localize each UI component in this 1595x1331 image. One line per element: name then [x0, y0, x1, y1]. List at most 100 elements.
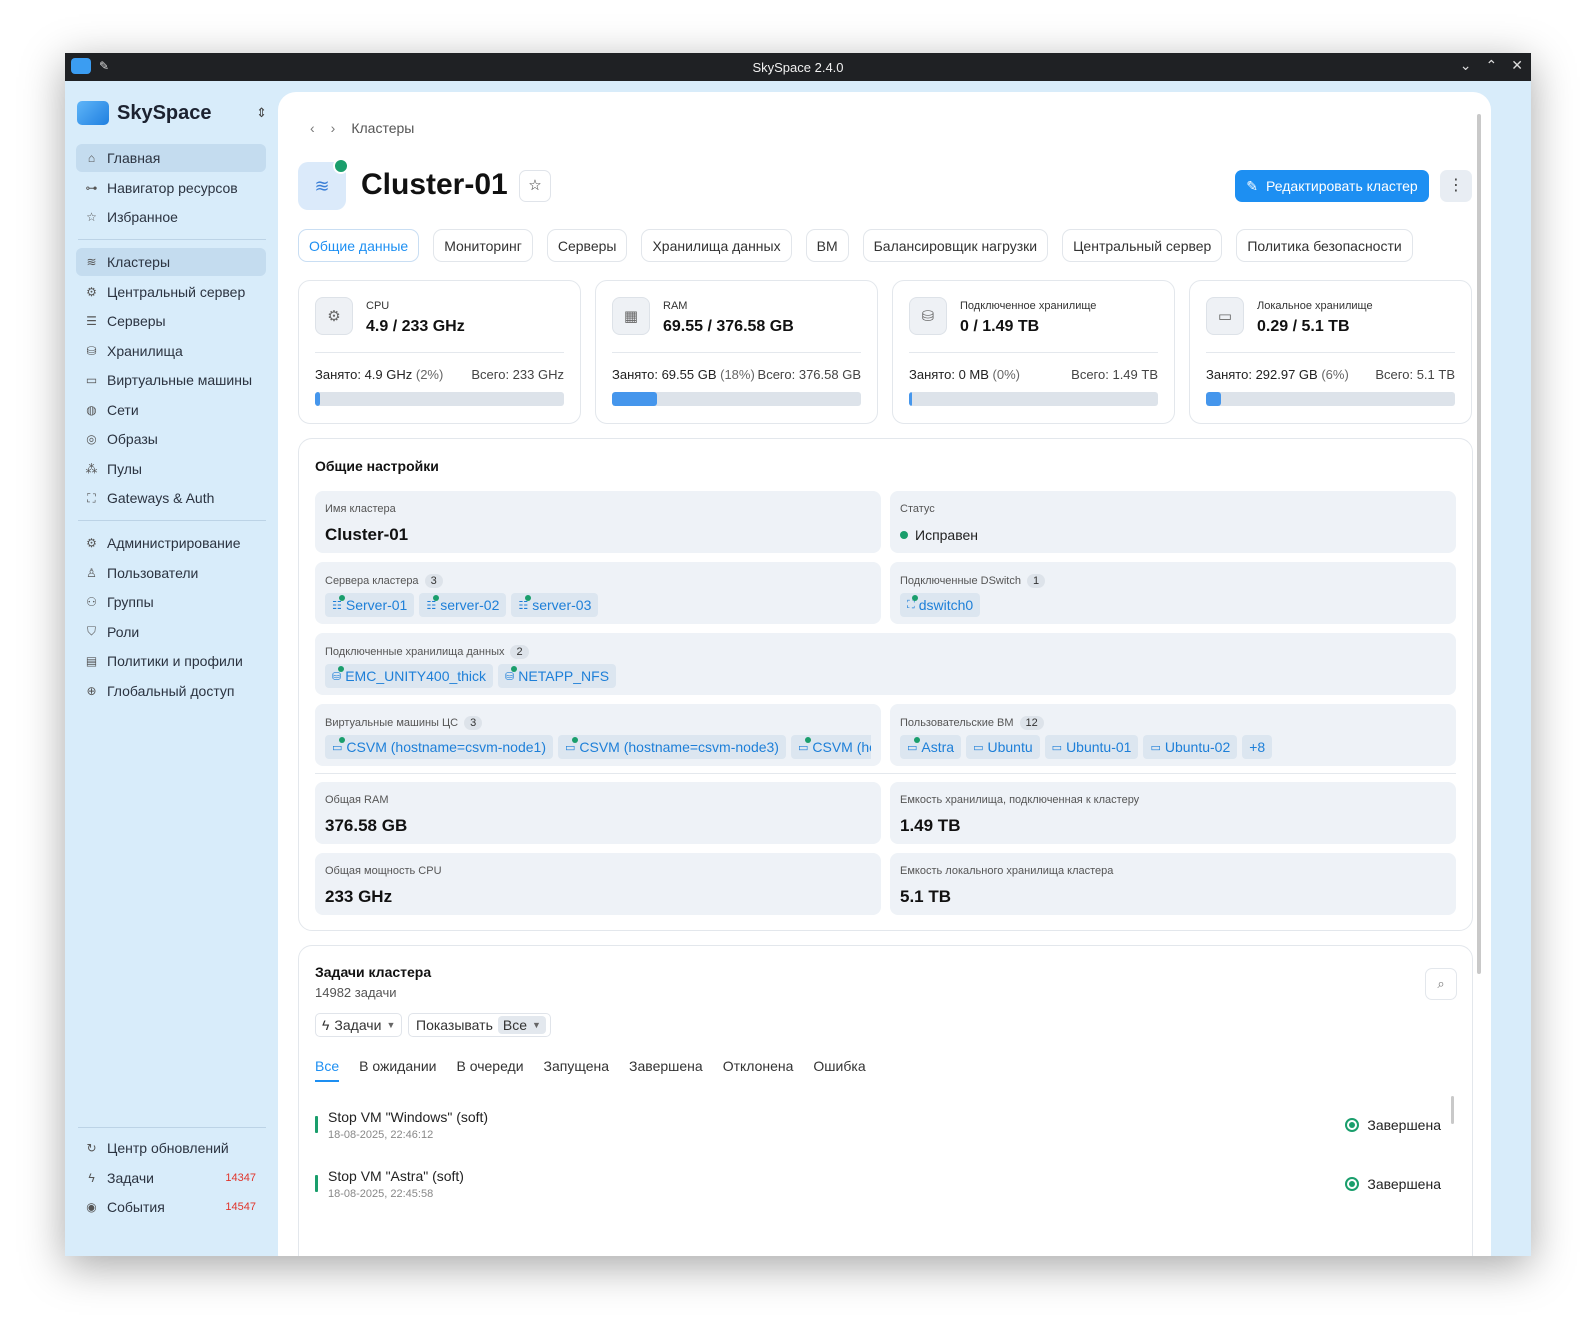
sidebar-item-globe[interactable]: ⊕ Глобальный доступ: [76, 677, 266, 705]
search-button[interactable]: ⌕: [1425, 968, 1457, 1000]
usage-bar-fill: [909, 392, 912, 406]
sidebar-item-home[interactable]: ⌂ Главная: [76, 144, 266, 172]
sidebar-item-label: Виртуальные машины: [107, 372, 253, 388]
vm-icon: ▭: [85, 373, 98, 387]
task-type-filter[interactable]: ϟ Задачи ▼: [315, 1013, 403, 1037]
resource-chip[interactable]: ▭ Ubuntu-02: [1143, 735, 1238, 759]
more-vms-chip[interactable]: +8: [1242, 735, 1273, 759]
tasks-scrollbar[interactable]: [1451, 1096, 1454, 1124]
more-options-button[interactable]: ⋮: [1440, 170, 1472, 202]
resource-chip[interactable]: ⛁ NETAPP_NFS: [498, 664, 617, 688]
forward-arrow-icon[interactable]: ›: [331, 120, 336, 136]
tab-2[interactable]: Серверы: [546, 229, 628, 262]
resource-chip[interactable]: ▭CSVM (hostname=csvm-node2): [790, 735, 871, 759]
brand-switcher[interactable]: SkySpace ⇕: [77, 101, 267, 125]
sidebar-item-network[interactable]: ◍ Сети: [76, 396, 266, 424]
sidebar-item-resource-navigator[interactable]: ⊶ Навигатор ресурсов: [76, 174, 266, 202]
tab-0[interactable]: Общие данные: [298, 229, 420, 262]
cluster-servers-field: Сервера кластера 3 ☷ Server-01 ☷ server-02 ☷ s…: [315, 562, 881, 624]
sidebar-item-policies[interactable]: ▤ Политики и профили: [76, 647, 266, 675]
sidebar-item-groups[interactable]: ⚇ Группы: [76, 588, 266, 616]
star-icon: ☆: [86, 210, 97, 224]
storage-icon: ⛁: [86, 343, 97, 358]
task-tab-1[interactable]: В ожидании: [359, 1058, 436, 1082]
count-badge: 12: [1019, 716, 1044, 730]
task-tab-0[interactable]: Все: [315, 1058, 340, 1082]
running-dot: [339, 736, 346, 743]
sidebar-item-images[interactable]: ◎ Образы: [76, 425, 266, 453]
minimize-icon[interactable]: ⌄: [1460, 57, 1472, 74]
sidebar-item-clusters[interactable]: ≋ Кластеры: [76, 248, 266, 276]
task-time: 18-08-2025, 22:45:58: [328, 1188, 434, 1200]
resource-chip[interactable]: ▭ Ubuntu: [966, 735, 1040, 759]
sidebar-item-pools[interactable]: ⁂ Пулы: [76, 455, 266, 483]
used-value: 69.55 GB: [661, 367, 717, 382]
edit-cluster-button[interactable]: ✎ Редактировать кластер: [1235, 170, 1429, 202]
total-cpu-value: 233 GHz: [325, 887, 393, 906]
sidebar-item-label: Роли: [107, 623, 140, 640]
chip-label: EMC_UNITY400_thick: [345, 668, 487, 684]
card-used: Занято: 0 MB (0%): [909, 367, 1020, 382]
sidebar-item-label: Задачи: [107, 1169, 155, 1186]
dswitch-field: Подключенные DSwitch 1 ⛶ dswitch0: [890, 562, 1456, 624]
sidebar-item-servers[interactable]: ☰ Серверы: [76, 307, 266, 335]
healthy-dot: [900, 531, 908, 539]
task-tab-6[interactable]: Ошибка: [813, 1058, 865, 1082]
chip-label: Server-01: [345, 597, 408, 613]
sidebar-item-storage[interactable]: ⛁ Хранилища: [76, 337, 266, 365]
sidebar-item-label: Главная: [107, 150, 161, 166]
sidebar-item-user[interactable]: ♙ Пользователи: [76, 559, 266, 587]
field-label: Виртуальные машины ЦС 3: [325, 716, 483, 730]
card-value: 69.55 / 376.58 GB: [663, 318, 794, 335]
card-value: 4.9 / 233 GHz: [366, 318, 465, 335]
sidebar-item-refresh[interactable]: ↻ Центр обновлений: [76, 1134, 266, 1162]
sidebar-item-broadcast[interactable]: ◉ События 14547: [76, 1193, 266, 1221]
back-arrow-icon[interactable]: ‹: [310, 120, 315, 136]
resource-chip[interactable]: ▭ Ubuntu-01: [1044, 735, 1139, 759]
maximize-icon[interactable]: ⌃: [1486, 57, 1498, 74]
tab-3[interactable]: Хранилища данных: [641, 229, 792, 262]
resource-chip[interactable]: ☷ server-03: [511, 593, 599, 617]
sidebar-item-lightning[interactable]: ϟ Задачи 14347: [76, 1164, 266, 1192]
main-scrollbar[interactable]: [1477, 114, 1481, 974]
task-tab-3[interactable]: Запущена: [544, 1058, 610, 1082]
app-window: ✎ SkySpace 2.4.0 ⌄ ⌃ ✕ SkySpace ⇕ ⌂ Главн…: [65, 53, 1531, 1256]
resource-chip[interactable]: ▭ CSVM (hostname=csvm-node3): [557, 735, 786, 759]
resource-chip[interactable]: ▭ CSVM (hostname=csvm-node1): [325, 735, 553, 759]
show-filter[interactable]: Показывать Все ▼: [408, 1013, 551, 1037]
tab-6[interactable]: Центральный сервер: [1062, 229, 1223, 262]
sidebar-item-gateways[interactable]: ⛶ Gateways & Auth: [76, 484, 266, 512]
resource-chip[interactable]: ☷ Server-01: [325, 593, 415, 617]
sidebar-item-vm[interactable]: ▭ Виртуальные машины: [76, 366, 266, 394]
resource-chip[interactable]: ⛶ dswitch0: [900, 593, 981, 617]
task-tab-2[interactable]: В очереди: [457, 1058, 524, 1082]
sidebar-item-admin[interactable]: ⚙ Администрирование: [76, 529, 266, 557]
sidebar-item-shield[interactable]: ⛉ Роли: [76, 618, 266, 646]
close-icon[interactable]: ✕: [1511, 57, 1523, 74]
favorite-button[interactable]: ☆: [519, 170, 551, 202]
total-cpu-field: Общая мощность CPU 233 GHz: [315, 853, 881, 915]
task-tab-4[interactable]: Завершена: [629, 1058, 703, 1082]
resource-chip[interactable]: ☷ server-02: [419, 593, 507, 617]
local-capacity-label: Емкость локального хранилища кластера: [900, 865, 1114, 877]
resource-chip[interactable]: ▭ Astra: [900, 735, 962, 759]
running-dot: [338, 665, 345, 672]
sidebar-item-star[interactable]: ☆ Избранное: [76, 203, 266, 231]
task-row[interactable]: Stop VM "Windows" (soft) 18-08-2025, 22:4…: [315, 1109, 1441, 1149]
show-select[interactable]: Все ▼: [497, 1016, 546, 1034]
tab-7[interactable]: Политика безопасности: [1236, 229, 1413, 262]
sidebar-item-central-server[interactable]: ⚙ Центральный сервер: [76, 278, 266, 306]
task-tab-5[interactable]: Отклонена: [723, 1058, 794, 1082]
task-row[interactable]: Stop VM "Astra" (soft) 18-08-2025, 22:45:…: [315, 1168, 1441, 1208]
server-icon: ☷: [518, 594, 532, 612]
breadcrumb-clusters[interactable]: Кластеры: [351, 120, 414, 136]
tab-1[interactable]: Мониторинг: [433, 229, 533, 262]
sidebar-item-label: Группы: [107, 594, 154, 610]
tab-5[interactable]: Балансировщик нагрузки: [862, 229, 1049, 262]
usage-bar-fill: [315, 392, 320, 406]
running-dot: [433, 594, 440, 601]
tab-4[interactable]: ВМ: [805, 229, 849, 262]
resource-chip[interactable]: ⛁ EMC_UNITY400_thick: [325, 664, 494, 688]
used-percent: (0%): [992, 367, 1020, 382]
folder-icon: ▭: [1206, 297, 1244, 335]
